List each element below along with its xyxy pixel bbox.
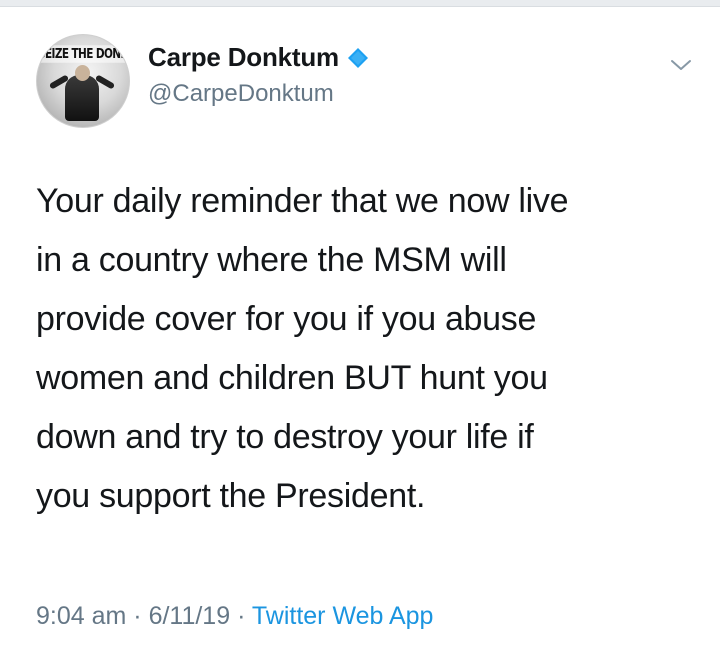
author-display-name[interactable]: Carpe Donktum	[148, 42, 339, 73]
tweet-text-line: you support the President.	[36, 477, 426, 515]
avatar-figure-body	[65, 75, 99, 121]
tweet-text: Your daily reminder that we now live in …	[36, 172, 696, 526]
chevron-down-icon[interactable]	[670, 58, 692, 72]
tweet-meta: 9:04 am · 6/11/19 · Twitter Web App	[36, 602, 433, 631]
verified-badge-icon	[347, 47, 369, 69]
avatar-figure-head	[75, 65, 90, 81]
avatar-banner-text: SEIZE THE DONK	[37, 45, 129, 63]
tweet-date[interactable]: 6/11/19	[149, 602, 231, 630]
tweet-source-link[interactable]: Twitter Web App	[252, 602, 434, 630]
tweet-text-line: Your daily reminder that we now live	[36, 182, 569, 220]
author-name-row: Carpe Donktum	[148, 42, 369, 73]
meta-separator: ·	[126, 602, 149, 630]
author-handle[interactable]: @CarpeDonktum	[148, 80, 334, 108]
meta-separator: ·	[230, 602, 252, 630]
tweet-text-line: women and children BUT hunt you	[36, 359, 548, 397]
tweet-text-line: down and try to destroy your life if	[36, 418, 534, 456]
tweet-card: SEIZE THE DONK Carpe Donktum @CarpeDonkt…	[0, 6, 720, 651]
avatar[interactable]: SEIZE THE DONK	[36, 34, 130, 128]
tweet-time[interactable]: 9:04 am	[36, 602, 126, 630]
tweet-text-line: in a country where the MSM will	[36, 241, 507, 279]
tweet-text-line: provide cover for you if you abuse	[36, 300, 537, 338]
